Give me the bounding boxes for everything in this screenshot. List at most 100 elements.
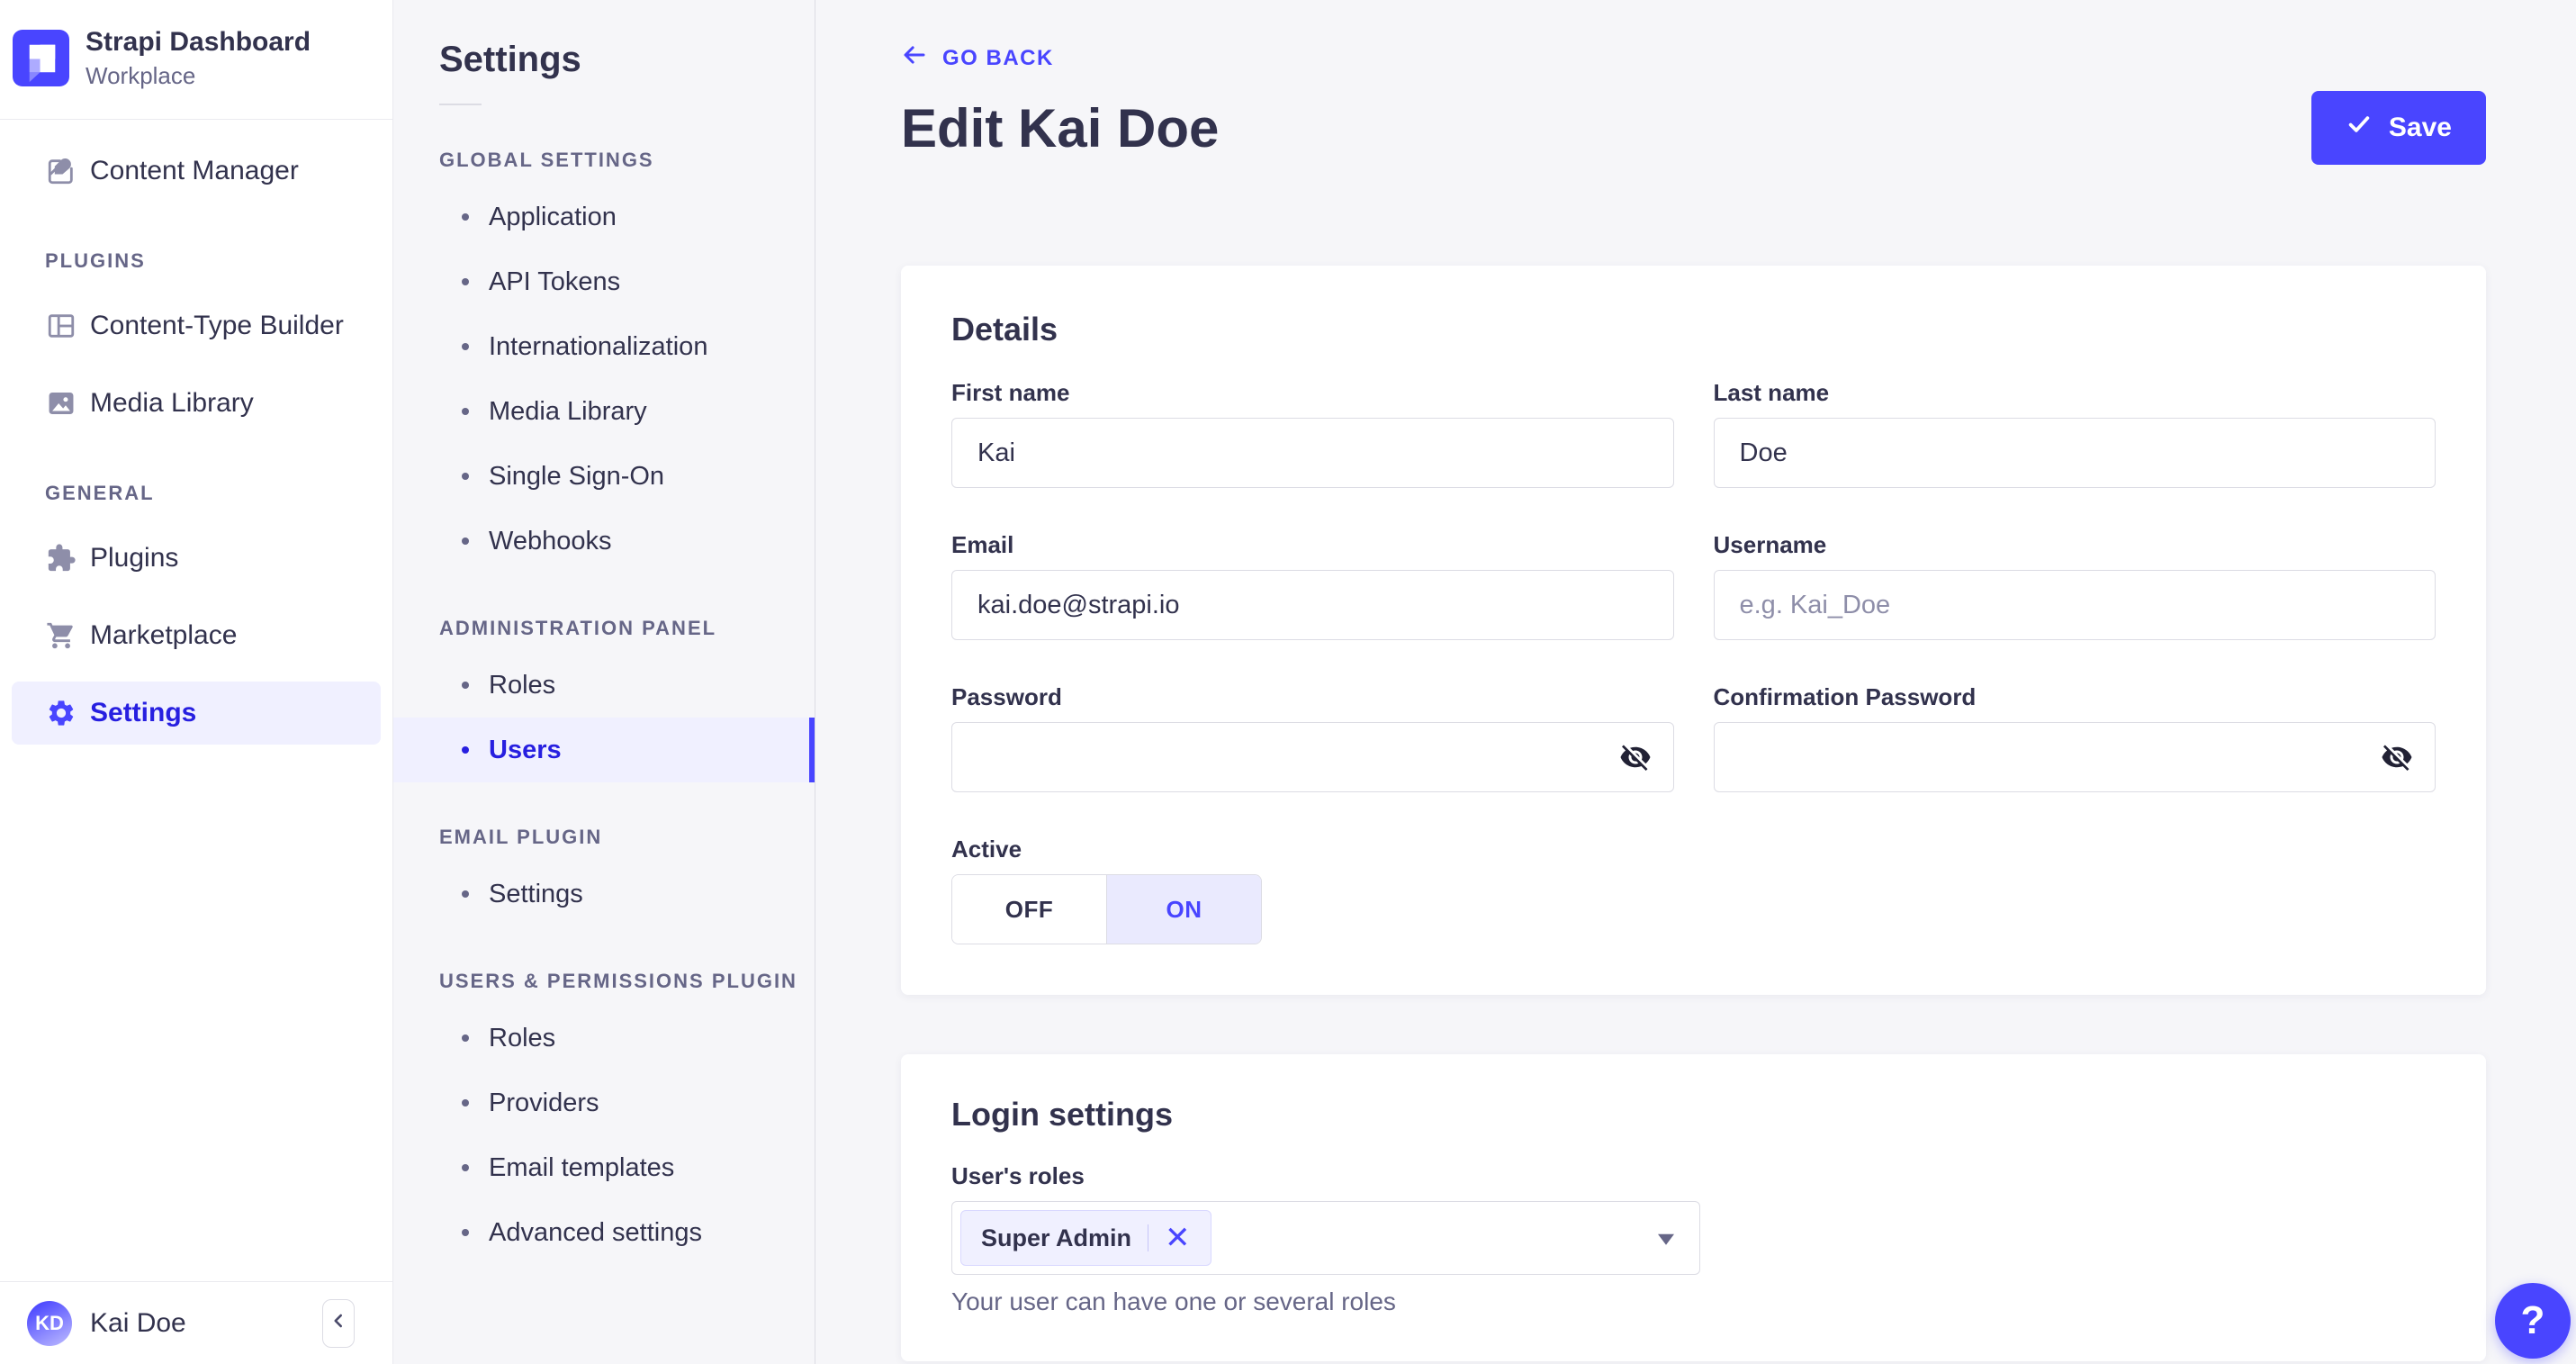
confirmation-password-input[interactable] [1713,722,2436,792]
avatar: KD [27,1300,72,1346]
subnav-item-media-library[interactable]: Media Library [393,379,815,444]
subnav-section-global-settings: GLOBAL SETTINGS [439,149,654,171]
subnav-item-label: Email templates [489,1152,675,1182]
sidebar-item-label: Content-Type Builder [90,310,344,340]
user-roles-select[interactable]: Super Admin ✕ [951,1201,1700,1275]
settings-subnav: Settings GLOBAL SETTINGS Application API… [393,0,815,1364]
sidebar-item-label: Media Library [90,387,254,418]
bullet-icon [462,1164,469,1171]
subnav-item-up-advanced-settings[interactable]: Advanced settings [393,1200,815,1265]
subnav-item-up-roles[interactable]: Roles [393,1006,815,1070]
email-input[interactable] [951,570,1674,640]
subnav-item-label: Advanced settings [489,1217,702,1247]
sidebar-collapse-button[interactable] [322,1298,355,1348]
user-name: Kai Doe [90,1307,186,1338]
username-field-group: Username [1713,531,2436,640]
save-label: Save [2388,113,2452,142]
login-settings-card: Login settings User's roles Super Admin … [901,1054,2486,1361]
user-area: KD Kai Doe [0,1281,392,1364]
subnav-item-label: Users [489,735,562,764]
subnav-section-administration-panel: ADMINISTRATION PANEL [439,617,717,639]
details-card: Details First name Last name Email Usern… [901,266,2486,995]
role-chip-super-admin: Super Admin ✕ [960,1210,1211,1266]
bullet-icon [462,746,469,754]
last-name-field-group: Last name [1713,379,2436,488]
password-input[interactable] [951,722,1674,792]
active-field-group: Active OFF ON [951,836,1674,944]
eye-off-icon[interactable] [1618,740,1653,774]
bullet-icon [462,537,469,545]
last-name-label: Last name [1713,379,1830,406]
subnav-item-label: Media Library [489,396,647,426]
bullet-icon [462,1229,469,1236]
username-label: Username [1713,531,1827,558]
active-toggle[interactable]: OFF ON [951,874,1262,944]
bullet-icon [462,343,469,350]
bullet-icon [462,890,469,898]
help-button[interactable]: ? [2495,1283,2571,1359]
subnav-item-webhooks[interactable]: Webhooks [393,509,815,574]
subnav-item-label: Providers [489,1088,599,1117]
email-field-group: Email [951,531,1674,640]
puzzle-icon [45,542,77,574]
subnav-divider [439,104,482,105]
subnav-item-label: Internationalization [489,331,708,361]
password-label: Password [951,683,1062,710]
bullet-icon [462,1034,469,1042]
subnav-section-users-permissions-plugin: USERS & PERMISSIONS PLUGIN [439,970,797,992]
subnav-item-up-email-templates[interactable]: Email templates [393,1135,815,1200]
remove-role-icon[interactable]: ✕ [1165,1223,1191,1253]
username-input[interactable] [1713,570,2436,640]
subnav-item-label: Settings [489,879,583,908]
strapi-logo-icon [13,30,69,87]
roles-hint-text: Your user can have one or several roles [951,1287,1396,1315]
subnav-item-admin-roles[interactable]: Roles [393,653,815,718]
sidebar-item-plugins[interactable]: Plugins [12,527,381,590]
eye-off-icon[interactable] [2380,740,2414,774]
bullet-icon [462,473,469,480]
subnav-item-email-settings[interactable]: Settings [393,862,815,926]
subnav-item-label: Single Sign-On [489,461,665,491]
sidebar-item-settings[interactable]: Settings [12,681,381,745]
subnav-item-up-providers[interactable]: Providers [393,1070,815,1135]
app-title: Strapi Dashboard [86,27,311,57]
user-roles-label: User's roles [951,1162,1085,1189]
details-card-title: Details [951,311,1058,348]
login-settings-title: Login settings [951,1096,1173,1133]
email-label: Email [951,531,1014,558]
layout-icon [45,310,77,342]
active-toggle-on[interactable]: ON [1107,875,1261,944]
cart-icon [45,619,77,652]
brand[interactable]: Strapi Dashboard Workplace [0,0,392,120]
subnav-item-api-tokens[interactable]: API Tokens [393,249,815,314]
active-toggle-off[interactable]: OFF [952,875,1107,944]
sidebar-item-content-manager[interactable]: Content Manager [12,140,381,203]
main-sidebar: Strapi Dashboard Workplace Content Manag… [0,0,393,1364]
sidebar-item-media-library[interactable]: Media Library [12,372,381,435]
first-name-input[interactable] [951,418,1674,488]
sidebar-item-label: Marketplace [90,619,238,650]
sidebar-item-marketplace[interactable]: Marketplace [12,604,381,667]
last-name-input[interactable] [1713,418,2436,488]
subnav-section-email-plugin: EMAIL PLUGIN [439,826,603,848]
sidebar-item-label: Plugins [90,542,179,573]
subnav-title: Settings [439,40,581,79]
arrow-left-icon [901,41,928,75]
subnav-item-application[interactable]: Application [393,185,815,249]
subnav-item-internationalization[interactable]: Internationalization [393,314,815,379]
save-button[interactable]: Save [2310,91,2486,165]
gear-icon [45,697,77,729]
sidebar-item-content-type-builder[interactable]: Content-Type Builder [12,294,381,357]
subnav-item-single-sign-on[interactable]: Single Sign-On [393,444,815,509]
workspace-label: Workplace [86,61,196,89]
password-field-group: Password [951,683,1674,792]
image-icon [45,387,77,420]
first-name-field-group: First name [951,379,1674,488]
active-label: Active [951,836,1022,863]
main-content: GO BACK Edit Kai Doe Save Details First … [815,0,2576,1364]
sidebar-section-general: GENERAL [45,481,155,504]
bullet-icon [462,682,469,689]
subnav-item-label: Application [489,202,617,231]
go-back-link[interactable]: GO BACK [901,41,1054,75]
subnav-item-admin-users[interactable]: Users [393,718,815,782]
